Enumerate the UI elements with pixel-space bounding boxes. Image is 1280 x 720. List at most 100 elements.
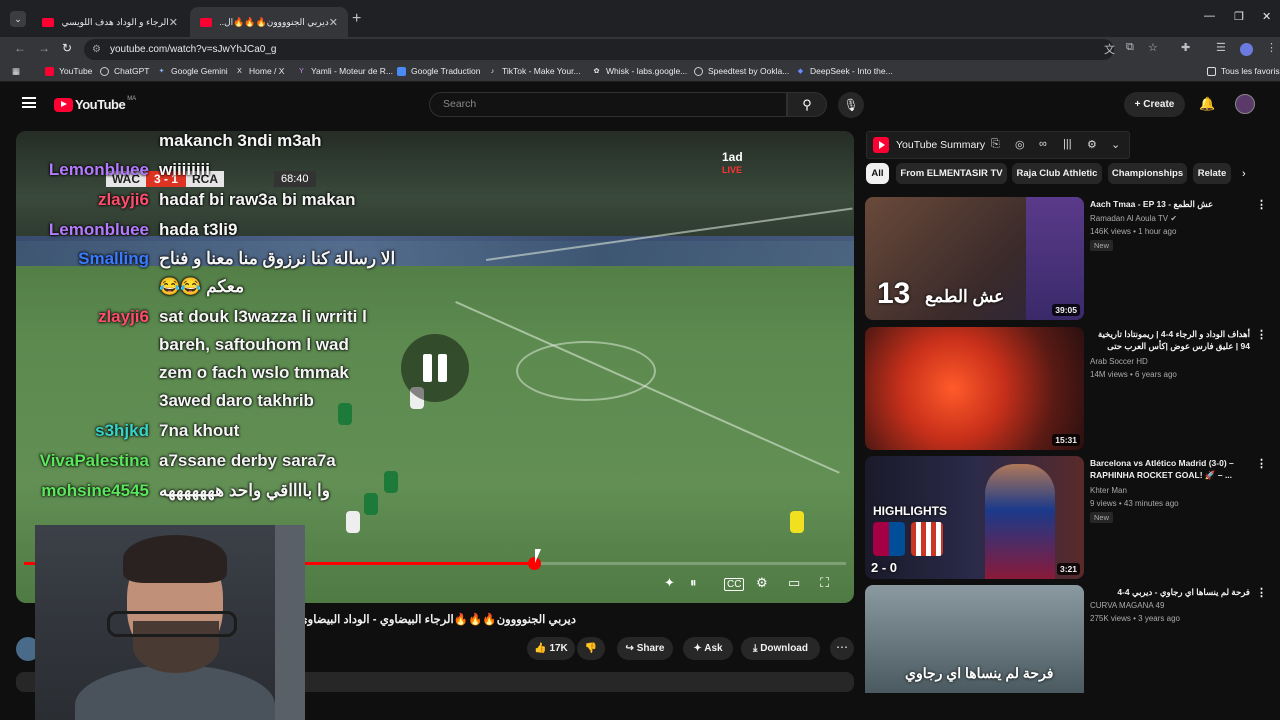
chat-message: 7na khout	[159, 421, 240, 440]
copy-icon[interactable]: ⎘	[991, 138, 1000, 151]
minimize-icon[interactable]: —	[1204, 10, 1215, 22]
new-badge: New	[1090, 512, 1114, 523]
rec-channel[interactable]: Ramadan Al Aoula TV ✔	[1090, 214, 1177, 223]
chat-message: sat douk l3wazza li wrriti l	[159, 307, 367, 326]
bookmark-youtube[interactable]: YouTube	[45, 66, 92, 76]
chip-from-channel[interactable]: From ELMENTASIR TV	[896, 163, 1007, 184]
chip-related[interactable]: Relate	[1193, 163, 1231, 184]
webcam-overlay	[35, 525, 305, 720]
close-window-icon[interactable]: ✕	[1262, 10, 1271, 23]
theater-mode-icon[interactable]: ▭	[788, 575, 800, 591]
tab-close-icon[interactable]: ✕	[329, 16, 338, 29]
install-app-icon[interactable]: ⧉	[1126, 41, 1134, 54]
notifications-bell-icon[interactable]: 🔔	[1199, 96, 1215, 112]
create-button[interactable]: + Create	[1124, 92, 1185, 117]
translate-icon[interactable]: 文	[1104, 41, 1115, 57]
chip-championships[interactable]: Championships	[1108, 163, 1187, 184]
chat-message: bareh, saftouhom l wad	[159, 335, 349, 354]
rec-more-icon[interactable]: ⋮	[1256, 586, 1267, 599]
bookmarks-bar: ▦ YouTube ChatGPT ✦ Google Gemini X Home /…	[0, 62, 1280, 82]
ask-button[interactable]: ✦ Ask	[683, 637, 733, 660]
rec-thumbnail[interactable]: 15:31	[865, 327, 1084, 450]
bookmark-star-icon[interactable]: ☆	[1148, 41, 1158, 54]
media-icon[interactable]: ☰	[1216, 41, 1226, 54]
chat-message: makanch 3ndi m3ah	[159, 131, 322, 150]
rec-more-icon[interactable]: ⋮	[1256, 198, 1267, 211]
chat-message: 3awed daro takhrib	[159, 391, 314, 410]
rec-more-icon[interactable]: ⋮	[1256, 457, 1267, 470]
bookmark-whisk[interactable]: ✿ Whisk - labs.google...	[592, 66, 688, 76]
share-button[interactable]: ↪ Share	[617, 637, 673, 660]
search-input[interactable]: Search	[429, 92, 787, 117]
bookmark-deepseek[interactable]: ◆ DeepSeek - Into the...	[796, 66, 893, 76]
pause-icon[interactable]	[401, 334, 469, 402]
search-button[interactable]: ⚲	[787, 92, 827, 117]
ai-sparkle-icon[interactable]: ✦	[664, 575, 675, 591]
apps-grid-icon[interactable]: ▦	[12, 66, 20, 77]
rec-thumbnail[interactable]: فرحة لم ينساها اي رجاوي	[865, 585, 1084, 693]
back-icon[interactable]: ←	[14, 41, 26, 55]
settings-gear-icon[interactable]: ⚙	[756, 575, 768, 591]
tab-title: الرجاء و الوداد هدف اللويسي	[61, 16, 169, 27]
reload-icon[interactable]: ↻	[62, 41, 72, 55]
summary-logo-icon	[873, 137, 889, 153]
subtitles-icon[interactable]: CC	[724, 578, 745, 591]
menu-dots-icon[interactable]: ⋮	[1266, 41, 1277, 54]
youtube-summary-extension[interactable]: YouTube Summary ⎘ ◎ ∞ ||| ⚙ ⌄	[866, 131, 1130, 159]
share-icon: ↪	[625, 643, 634, 654]
mouse-cursor-icon	[535, 549, 547, 563]
bookmark-chatgpt[interactable]: ChatGPT	[100, 66, 149, 76]
restore-icon[interactable]: ❐	[1234, 10, 1244, 23]
dislike-button[interactable]: 👎	[577, 637, 605, 660]
tab-search-icon[interactable]: ⌄	[10, 11, 26, 27]
more-actions-icon[interactable]: ⋯	[830, 637, 854, 660]
account-avatar[interactable]	[1235, 94, 1255, 114]
chips-next-chevron-icon[interactable]: ›	[1242, 168, 1246, 180]
bookmark-x[interactable]: X Home / X	[235, 66, 284, 76]
rec-title[interactable]: Aach Tmaa - EP 13 - عش الطمع	[1090, 198, 1250, 210]
autoplay-toggle-icon[interactable]: ⏸	[690, 575, 697, 591]
tab-raja-wydad[interactable]: الرجاء و الوداد هدف اللويسي ✕	[32, 7, 188, 37]
download-button[interactable]: ⤓ Download	[741, 637, 820, 660]
rec-title[interactable]: فرحة لم ينساها اي رجاوي - ديربي 4-4	[1090, 586, 1250, 598]
rec-thumbnail[interactable]: 13 عش الطمع 39:05	[865, 197, 1084, 320]
summary-settings-icon[interactable]: ⚙	[1087, 138, 1097, 151]
rec-channel[interactable]: Arab Soccer HD	[1090, 357, 1148, 366]
rec-title[interactable]: أهداف الوداد و الرجاء 4-4 | ريمونتادا تا…	[1090, 328, 1250, 352]
summary-expand-icon[interactable]: ⌄	[1111, 138, 1120, 151]
rec-title[interactable]: Barcelona vs Atlético Madrid (3-0) – RAP…	[1090, 457, 1250, 481]
all-bookmarks-folder[interactable]: Tous les favoris	[1207, 66, 1280, 76]
bookmark-gemini[interactable]: ✦ Google Gemini	[157, 66, 228, 76]
audio-wave-icon[interactable]: |||	[1063, 138, 1072, 150]
chat-author: zlayji6	[97, 190, 149, 209]
new-tab-button[interactable]: +	[352, 10, 361, 28]
rec-channel[interactable]: CURVA MAGANA 49	[1090, 601, 1164, 610]
forward-icon[interactable]: →	[38, 41, 50, 55]
voice-search-mic-icon[interactable]: 🎙	[838, 92, 864, 118]
link-icon[interactable]: ∞	[1039, 138, 1047, 150]
url-field[interactable]: ⚙ youtube.com/watch?v=sJwYhJCa0_g	[84, 39, 1114, 60]
bookmark-yamli[interactable]: Y Yamli - Moteur de R...	[297, 66, 393, 76]
profile-icon[interactable]	[1240, 43, 1253, 56]
chatgpt-icon[interactable]: ◎	[1015, 138, 1025, 151]
site-info-icon[interactable]: ⚙	[92, 39, 101, 60]
hamburger-menu-icon[interactable]	[22, 97, 36, 108]
rec-more-icon[interactable]: ⋮	[1256, 328, 1267, 341]
tab-close-icon[interactable]: ✕	[169, 16, 178, 29]
rec-thumbnail[interactable]: HIGHLIGHTS 2 - 0 3:21	[865, 456, 1084, 579]
extensions-icon[interactable]: ✚	[1181, 41, 1190, 54]
youtube-favicon-icon	[42, 17, 54, 27]
bookmark-google-traduction[interactable]: Google Traduction	[397, 66, 480, 76]
like-button[interactable]: 👍 17K	[527, 637, 575, 660]
tab-derby-active[interactable]: ديربي الجنوووون🔥🔥🔥ال... ✕	[190, 7, 348, 37]
rec-channel[interactable]: Khter Man	[1090, 486, 1127, 495]
youtube-logo[interactable]: YouTube MA	[54, 96, 136, 112]
thumb-title-text: فرحة لم ينساها اي رجاوي	[905, 665, 1054, 681]
bookmark-speedtest[interactable]: Speedtest by Ookla...	[694, 66, 789, 76]
duration-badge: 39:05	[1052, 304, 1080, 316]
chip-raja[interactable]: Raja Club Athletic	[1012, 163, 1102, 184]
bookmark-tiktok[interactable]: ♪ TikTok - Make Your...	[488, 66, 581, 76]
chip-all[interactable]: All	[866, 163, 889, 184]
fullscreen-icon[interactable]: ⛶	[820, 575, 829, 591]
thumb-title-text: عش الطمع	[925, 287, 1005, 306]
